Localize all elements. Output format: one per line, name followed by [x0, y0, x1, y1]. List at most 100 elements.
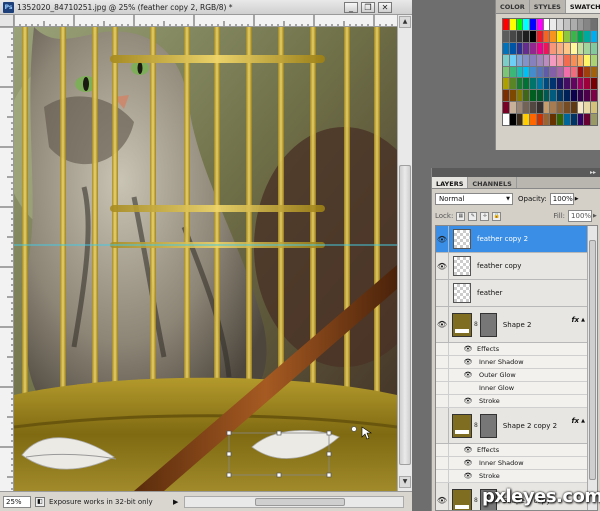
- swatch[interactable]: [543, 78, 550, 90]
- layer-visibility-toggle[interactable]: [436, 280, 449, 306]
- swatch[interactable]: [577, 42, 584, 54]
- layer-visibility-toggle[interactable]: 👁: [436, 307, 449, 342]
- swatch[interactable]: [523, 114, 530, 125]
- scroll-down-icon[interactable]: ▼: [399, 476, 411, 488]
- swatch[interactable]: [570, 102, 577, 114]
- swatch[interactable]: [543, 114, 550, 125]
- swatch[interactable]: [550, 42, 557, 54]
- fill-slider-arrow-icon[interactable]: ▶: [593, 213, 597, 219]
- swatch[interactable]: [550, 114, 557, 125]
- swatch[interactable]: [591, 19, 597, 30]
- fx-icon[interactable]: fx: [571, 316, 579, 324]
- layer-row[interactable]: 👁 feather copy 2: [436, 226, 597, 253]
- layer-row[interactable]: 👁 feather copy: [436, 253, 597, 280]
- swatch[interactable]: [543, 54, 550, 66]
- tab-layers[interactable]: LAYERS: [432, 177, 469, 188]
- swatch[interactable]: [530, 114, 536, 125]
- swatch[interactable]: [591, 78, 597, 90]
- swatch[interactable]: [530, 42, 536, 54]
- swatch[interactable]: [584, 78, 591, 90]
- swatch[interactable]: [557, 30, 564, 42]
- swatch[interactable]: [577, 66, 584, 78]
- swatch[interactable]: [564, 78, 570, 90]
- swatch[interactable]: [557, 54, 564, 66]
- swatch[interactable]: [509, 42, 516, 54]
- lock-all-icon[interactable]: 🔒: [492, 211, 502, 221]
- swatch[interactable]: [516, 42, 523, 54]
- swatch[interactable]: [530, 30, 536, 42]
- swatch[interactable]: [570, 30, 577, 42]
- swatch[interactable]: [516, 19, 523, 30]
- swatch[interactable]: [523, 90, 530, 102]
- swatch[interactable]: [564, 114, 570, 125]
- swatch[interactable]: [570, 54, 577, 66]
- swatch[interactable]: [543, 42, 550, 54]
- hscroll-thumb[interactable]: [255, 497, 346, 506]
- image-canvas[interactable]: [14, 27, 397, 491]
- swatch[interactable]: [503, 78, 509, 90]
- swatch[interactable]: [530, 66, 536, 78]
- layer-visibility-toggle[interactable]: 👁: [436, 253, 449, 279]
- swatch[interactable]: [536, 66, 543, 78]
- swatch[interactable]: [536, 19, 543, 30]
- lock-transparent-icon[interactable]: ▦: [456, 211, 466, 221]
- swatch[interactable]: [557, 42, 564, 54]
- swatch[interactable]: [503, 42, 509, 54]
- effect-visibility-toggle[interactable]: 👁: [463, 397, 473, 405]
- swatch[interactable]: [536, 90, 543, 102]
- swatch[interactable]: [564, 30, 570, 42]
- swatch[interactable]: [564, 19, 570, 30]
- swatch[interactable]: [570, 78, 577, 90]
- blend-mode-select[interactable]: Normal ▼: [435, 193, 513, 205]
- swatch[interactable]: [550, 90, 557, 102]
- swatch[interactable]: [584, 30, 591, 42]
- layer-row[interactable]: 👁 8 Shape 2 fx ▲: [436, 307, 597, 343]
- swatch[interactable]: [557, 114, 564, 125]
- swatch[interactable]: [536, 114, 543, 125]
- ruler-origin[interactable]: [0, 15, 14, 27]
- swatch[interactable]: [503, 19, 509, 30]
- tab-channels[interactable]: CHANNELS: [468, 177, 517, 188]
- swatch[interactable]: [564, 42, 570, 54]
- swatch[interactable]: [591, 102, 597, 114]
- swatch[interactable]: [516, 54, 523, 66]
- link-icon[interactable]: 8: [474, 497, 478, 504]
- effect-row[interactable]: 👁 Inner Shadow: [436, 457, 597, 470]
- layer-visibility-toggle[interactable]: 👁: [436, 226, 449, 252]
- swatch[interactable]: [584, 66, 591, 78]
- swatch[interactable]: [536, 102, 543, 114]
- swatch[interactable]: [509, 102, 516, 114]
- swatch[interactable]: [577, 54, 584, 66]
- effects-header-row[interactable]: 👁 Effects: [436, 343, 597, 356]
- horizontal-scrollbar[interactable]: [184, 495, 405, 508]
- swatch[interactable]: [503, 102, 509, 114]
- swatch[interactable]: [543, 30, 550, 42]
- swatch[interactable]: [509, 114, 516, 125]
- swatch[interactable]: [523, 102, 530, 114]
- layer-visibility-toggle[interactable]: [436, 408, 449, 443]
- swatch[interactable]: [570, 19, 577, 30]
- layer-visibility-toggle[interactable]: 👁: [436, 483, 449, 510]
- opacity-field[interactable]: 100%: [549, 193, 574, 205]
- swatch[interactable]: [503, 66, 509, 78]
- swatch[interactable]: [530, 102, 536, 114]
- swatch[interactable]: [591, 30, 597, 42]
- swatch[interactable]: [536, 78, 543, 90]
- swatch[interactable]: [503, 30, 509, 42]
- swatch[interactable]: [584, 90, 591, 102]
- swatch[interactable]: [509, 30, 516, 42]
- swatch[interactable]: [577, 102, 584, 114]
- swatch[interactable]: [570, 42, 577, 54]
- document-titlebar[interactable]: Ps 1352020_84710251.jpg @ 25% (feather c…: [0, 0, 412, 15]
- tab-swatches[interactable]: SWATCHES: [565, 0, 600, 13]
- effect-row[interactable]: 👁 Stroke: [436, 395, 597, 408]
- effects-expand-icon[interactable]: ▲: [581, 317, 585, 323]
- swatch[interactable]: [530, 78, 536, 90]
- swatch[interactable]: [543, 102, 550, 114]
- swatch[interactable]: [584, 114, 591, 125]
- effect-visibility-toggle[interactable]: 👁: [463, 371, 473, 379]
- swatch[interactable]: [516, 30, 523, 42]
- effect-row[interactable]: 👁 Stroke: [436, 470, 597, 483]
- swatch[interactable]: [557, 102, 564, 114]
- swatch[interactable]: [516, 66, 523, 78]
